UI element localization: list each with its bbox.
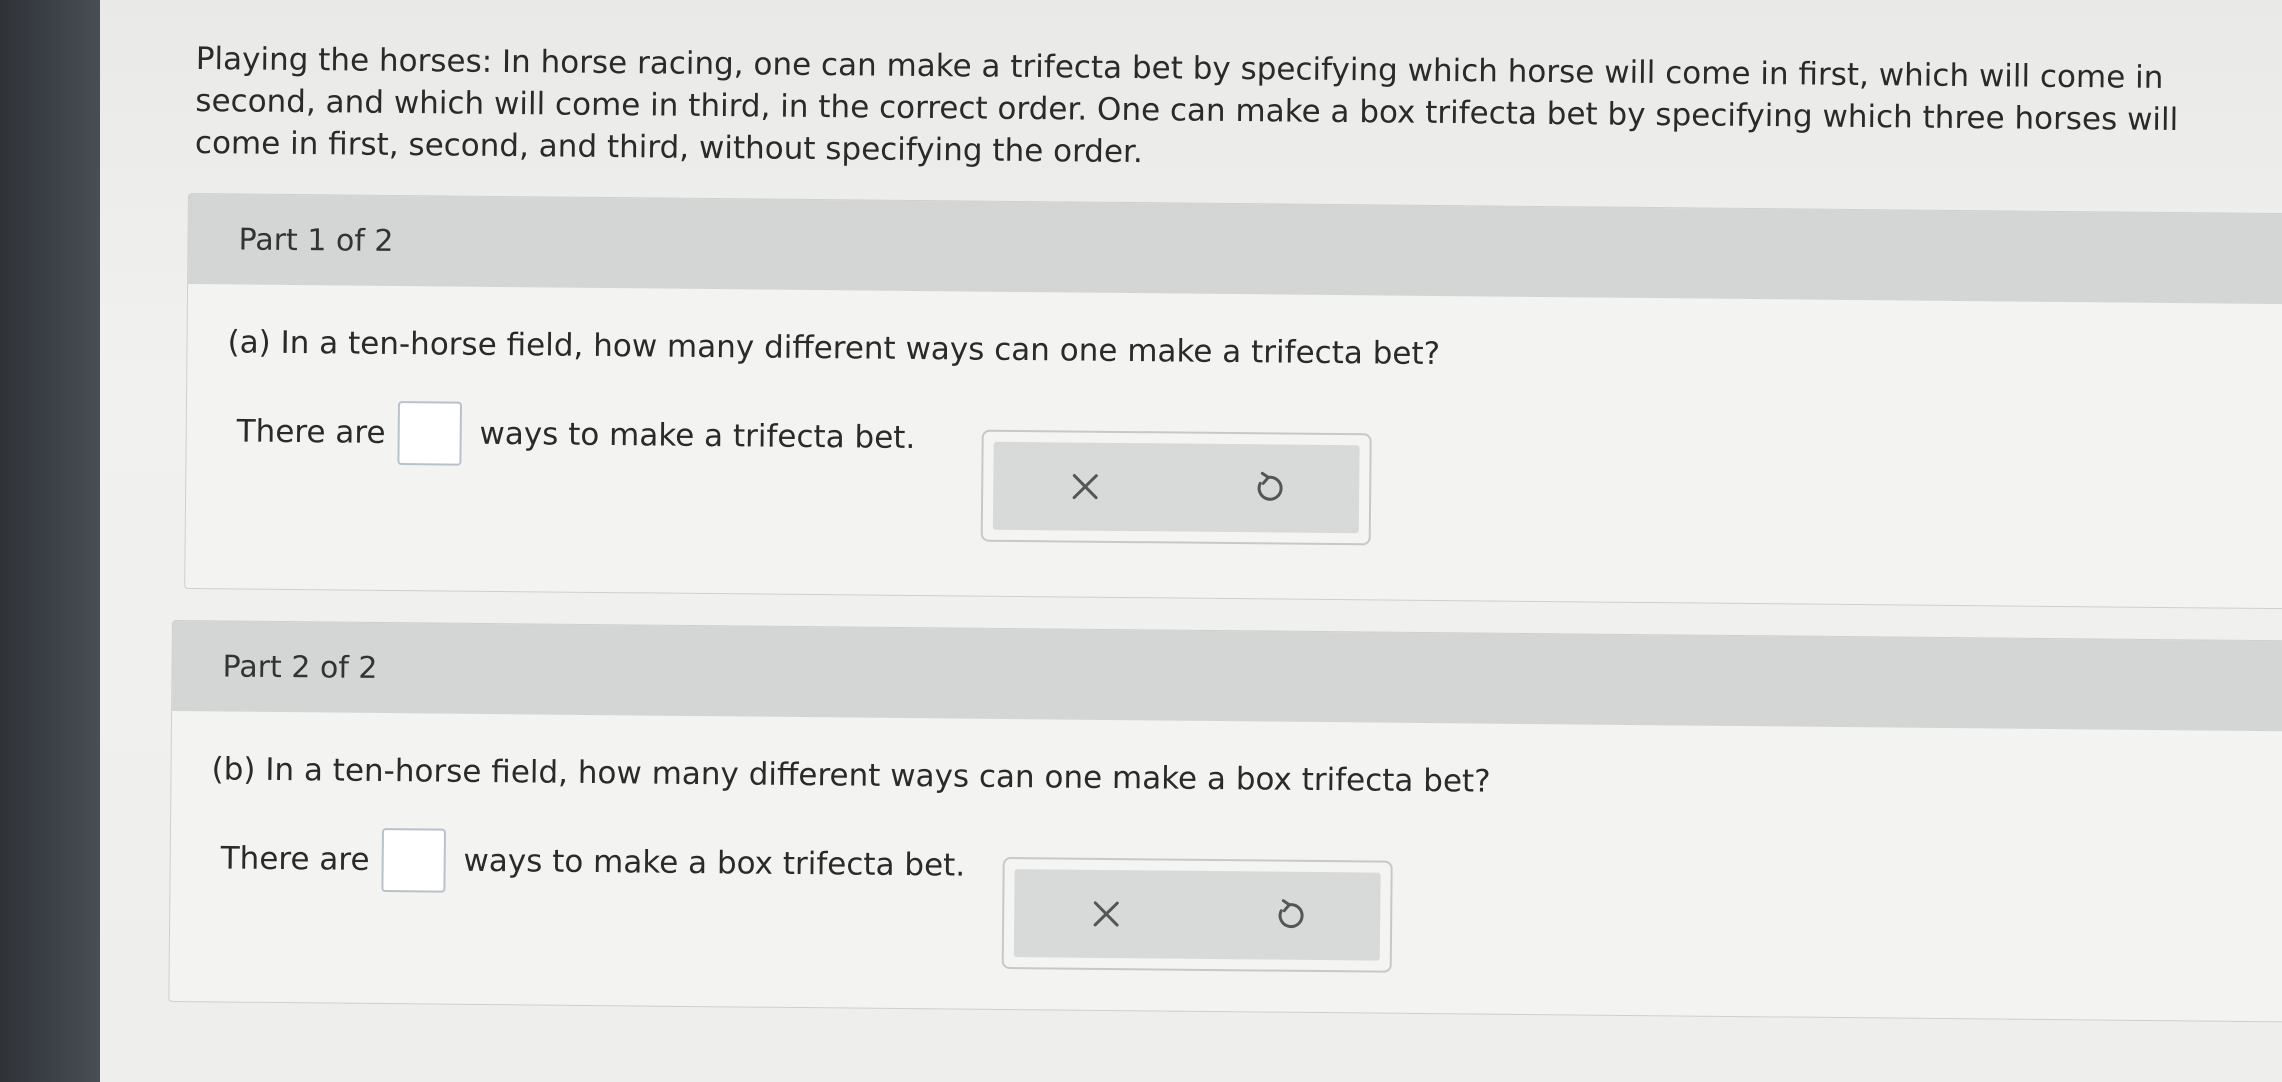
part-2-clear-button[interactable] xyxy=(1070,879,1141,950)
part-2-answer-row: There are ways to make a box trifecta be… xyxy=(220,826,965,897)
answer-suffix: ways to make a trifecta bet. xyxy=(479,415,916,456)
tools-inner xyxy=(992,441,1360,534)
part-2-tools xyxy=(1001,856,1393,973)
part-1-header: Part 1 of 2 xyxy=(188,194,2282,305)
part-2-undo-button[interactable] xyxy=(1253,880,1324,951)
part-1-answer-input[interactable] xyxy=(397,401,462,466)
answer-suffix: ways to make a box trifecta bet. xyxy=(463,842,966,884)
part-1-question: (a) In a ten-horse field, how many diffe… xyxy=(227,324,1441,373)
close-icon xyxy=(1093,901,1119,927)
answer-prefix: There are xyxy=(220,840,370,878)
part-1-panel: Part 1 of 2 (a) In a ten-horse field, ho… xyxy=(184,193,2282,610)
problem-intro: Playing the horses: In horse racing, one… xyxy=(194,40,2179,171)
undo-icon xyxy=(1278,899,1304,929)
part-1-undo-button[interactable] xyxy=(1232,453,1303,524)
part-2-panel: Part 2 of 2 (b) In a ten-horse field, ho… xyxy=(168,620,2282,1023)
part-2-header: Part 2 of 2 xyxy=(172,621,2282,732)
part-2-question: (b) In a ten-horse field, how many diffe… xyxy=(211,751,1491,800)
monitor-bezel xyxy=(0,0,110,1082)
undo-icon xyxy=(1257,471,1283,501)
tools-inner xyxy=(1013,869,1381,961)
part-2-answer-input[interactable] xyxy=(381,828,446,893)
part-1-tools xyxy=(980,429,1372,546)
part-1-answer-row: There are ways to make a trifecta bet. xyxy=(236,399,915,470)
part-1-clear-button[interactable] xyxy=(1049,451,1120,522)
answer-prefix: There are xyxy=(236,413,386,451)
close-icon xyxy=(1072,474,1098,500)
